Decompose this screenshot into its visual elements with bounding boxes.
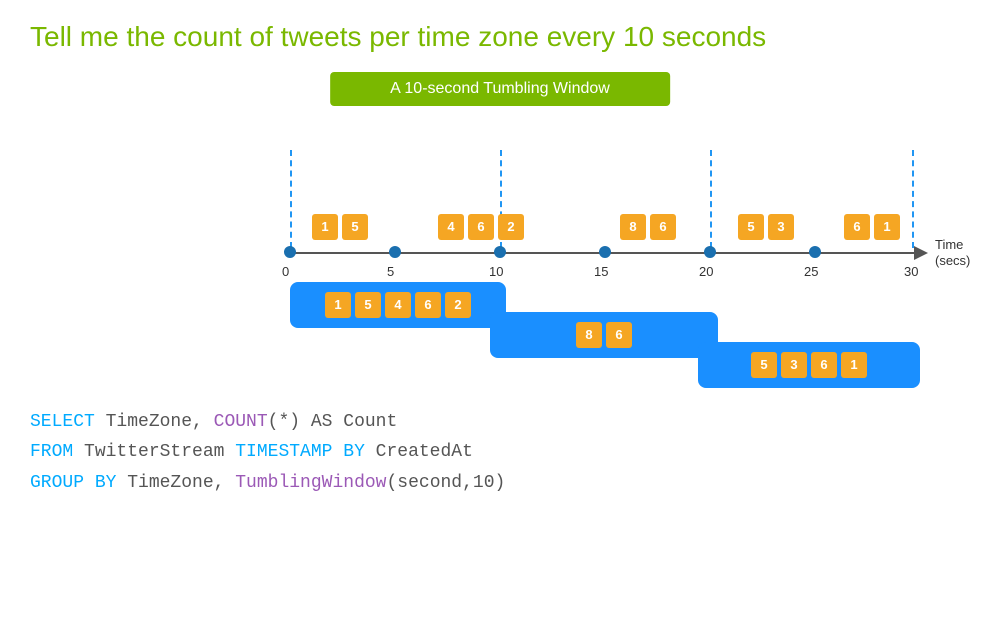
sql-timestamp-keyword: TIMESTAMP <box>235 442 332 462</box>
tweet-box-4a: 5 <box>738 214 764 240</box>
window-box-3-3: 6 <box>811 352 837 378</box>
sql-by-keyword: BY <box>332 442 364 462</box>
sql-select-keyword: SELECT <box>30 412 95 432</box>
sql-group-keyword: GROUP <box>30 473 84 493</box>
tick-label-25: 25 <box>804 264 818 279</box>
tweet-box-3b: 6 <box>650 214 676 240</box>
tweet-box-1a: 1 <box>312 214 338 240</box>
tick-label-20: 20 <box>699 264 713 279</box>
window-box-3-2: 3 <box>781 352 807 378</box>
window-box-1-3: 4 <box>385 292 411 318</box>
sql-line-1: SELECT TimeZone, COUNT(*) AS Count <box>30 407 970 438</box>
window-bar-3: 5 3 6 1 <box>698 342 920 388</box>
timeline-container: 1 5 4 6 2 8 6 5 3 6 1 Time(secs) 0 <box>290 142 970 382</box>
dashed-line-20 <box>710 150 712 248</box>
window-box-3-4: 1 <box>841 352 867 378</box>
tick-dot-25 <box>809 246 821 258</box>
tweet-box-2b: 6 <box>468 214 494 240</box>
window-box-1-5: 2 <box>445 292 471 318</box>
window-box-1-1: 1 <box>325 292 351 318</box>
sql-from-keyword: FROM <box>30 442 73 462</box>
sql-by2-keyword: BY <box>84 473 116 493</box>
tick-dot-20 <box>704 246 716 258</box>
timeline-arrow <box>914 246 928 260</box>
window-bar-1: 1 5 4 6 2 <box>290 282 506 328</box>
tweet-box-1b: 5 <box>342 214 368 240</box>
sql-tumbling-keyword: TumblingWindow <box>235 473 386 493</box>
window-box-1-4: 6 <box>415 292 441 318</box>
page-container: Tell me the count of tweets per time zon… <box>0 0 1000 618</box>
sql-timezone-text: TimeZone, <box>95 412 214 432</box>
sql-area: SELECT TimeZone, COUNT(*) AS Count FROM … <box>30 407 970 499</box>
window-box-2-2: 6 <box>606 322 632 348</box>
time-label: Time(secs) <box>935 237 970 271</box>
sql-count-keyword: COUNT <box>214 412 268 432</box>
tick-dot-15 <box>599 246 611 258</box>
sql-count-rest: (*) AS Count <box>268 412 398 432</box>
dashed-line-30 <box>912 150 914 248</box>
diagram-area: A 10-second Tumbling Window 1 5 4 6 2 8 … <box>30 72 970 392</box>
window-box-3-1: 5 <box>751 352 777 378</box>
tweet-box-5a: 6 <box>844 214 870 240</box>
tick-dot-5 <box>389 246 401 258</box>
tweet-box-4b: 3 <box>768 214 794 240</box>
sql-stream-text: TwitterStream <box>73 442 235 462</box>
tumbling-window-banner: A 10-second Tumbling Window <box>330 72 670 106</box>
tick-label-10: 10 <box>489 264 503 279</box>
page-title: Tell me the count of tweets per time zon… <box>30 20 970 54</box>
tweet-box-2c: 2 <box>498 214 524 240</box>
tick-label-0: 0 <box>282 264 289 279</box>
sql-createdat-text: CreatedAt <box>365 442 473 462</box>
sql-line-2: FROM TwitterStream TIMESTAMP BY CreatedA… <box>30 437 970 468</box>
sql-window-params: (second,10) <box>386 473 505 493</box>
tick-label-5: 5 <box>387 264 394 279</box>
tweet-box-3a: 8 <box>620 214 646 240</box>
tick-label-30: 30 <box>904 264 918 279</box>
window-box-2-1: 8 <box>576 322 602 348</box>
tweet-box-5b: 1 <box>874 214 900 240</box>
window-box-1-2: 5 <box>355 292 381 318</box>
tick-dot-10 <box>494 246 506 258</box>
sql-line-3: GROUP BY TimeZone, TumblingWindow(second… <box>30 468 970 499</box>
sql-groupby-text: TimeZone, <box>116 473 235 493</box>
tweet-box-2a: 4 <box>438 214 464 240</box>
window-bar-2: 8 6 <box>490 312 718 358</box>
tick-label-15: 15 <box>594 264 608 279</box>
tick-dot-0 <box>284 246 296 258</box>
dashed-line-0 <box>290 150 292 248</box>
